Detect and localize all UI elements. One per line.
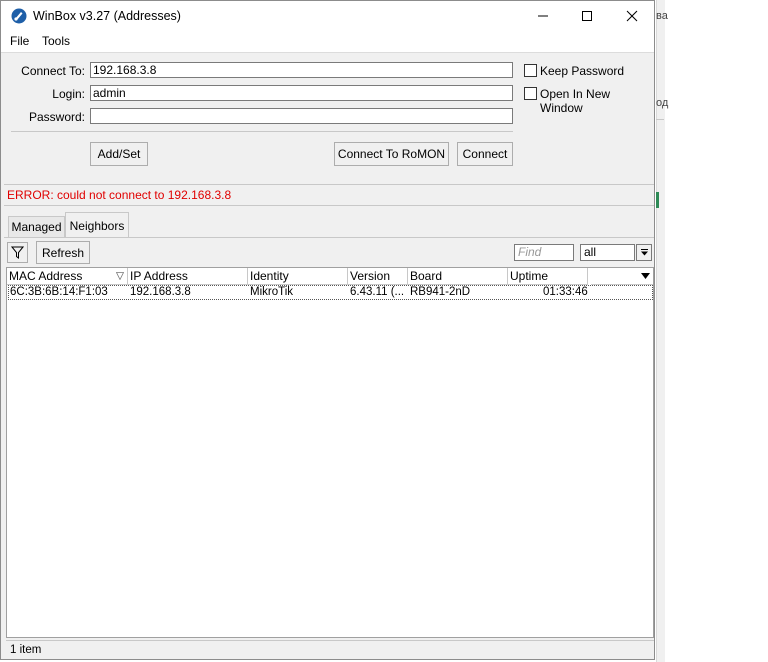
refresh-button[interactable]: Refresh: [36, 241, 90, 264]
tab-managed[interactable]: Managed: [8, 216, 65, 237]
find-input[interactable]: Find: [514, 244, 574, 261]
minimize-icon: [538, 15, 548, 17]
error-message: ERROR: could not connect to 192.168.3.8: [7, 188, 232, 202]
desktop-background: [655, 0, 768, 662]
filter-select[interactable]: all: [580, 244, 635, 261]
background-text-fragment: од: [656, 97, 669, 109]
filter-dropdown-button[interactable]: [636, 244, 652, 261]
open-new-window-checkbox[interactable]: [524, 87, 537, 100]
maximize-icon: [582, 11, 592, 21]
winbox-app-icon: [11, 8, 27, 24]
minimize-button[interactable]: [520, 1, 566, 31]
cell-mac: 6C:3B:6B:14:F1:03: [10, 286, 108, 298]
password-label: Password:: [28, 110, 85, 124]
column-header-uptime[interactable]: Uptime: [508, 268, 588, 285]
cell-ip: 192.168.3.8: [130, 286, 191, 298]
tab-neighbors[interactable]: Neighbors: [65, 212, 129, 238]
menu-file[interactable]: File: [10, 34, 29, 48]
background-text-fragment: ва: [656, 10, 668, 22]
sort-indicator-icon: [116, 272, 124, 280]
background-divider: [656, 119, 664, 120]
neighbors-table: MAC Address IP Address Identity Version …: [6, 267, 654, 638]
connect-to-romon-button[interactable]: Connect To RoMON: [334, 142, 449, 166]
close-button[interactable]: [609, 1, 655, 31]
column-header-board[interactable]: Board: [408, 268, 508, 285]
table-row[interactable]: 6C:3B:6B:14:F1:03 192.168.3.8 MikroTik 6…: [8, 285, 653, 300]
add-set-button[interactable]: Add/Set: [90, 142, 148, 166]
connect-button[interactable]: Connect: [457, 142, 513, 166]
cell-version: 6.43.11 (...: [350, 286, 405, 298]
login-label: Login:: [52, 87, 85, 101]
column-header-identity[interactable]: Identity: [248, 268, 348, 285]
item-count: 1 item: [10, 644, 42, 656]
password-input[interactable]: [90, 108, 513, 124]
column-menu-button[interactable]: [591, 268, 653, 285]
column-menu-icon: [641, 273, 650, 279]
keep-password-label[interactable]: Keep Password: [540, 64, 624, 78]
dropdown-arrow-icon: [640, 249, 648, 256]
background-accent: [656, 192, 659, 208]
open-new-window-label[interactable]: Open In New Window: [540, 87, 654, 115]
keep-password-checkbox[interactable]: [524, 64, 537, 77]
login-input[interactable]: [90, 85, 513, 101]
cell-identity: MikroTik: [250, 286, 294, 298]
menu-tools[interactable]: Tools: [42, 34, 70, 48]
close-icon: [626, 10, 638, 22]
window-title: WinBox v3.27 (Addresses): [33, 9, 181, 23]
menu-bar: File Tools: [1, 31, 654, 53]
column-header-mac[interactable]: MAC Address: [7, 268, 128, 285]
filter-icon: [11, 246, 24, 259]
title-bar[interactable]: WinBox v3.27 (Addresses): [1, 1, 654, 31]
cell-board: RB941-2nD: [410, 286, 471, 298]
winbox-window: WinBox v3.27 (Addresses) File Tools Conn…: [0, 0, 655, 660]
column-header-version[interactable]: Version: [348, 268, 408, 285]
form-divider: [11, 131, 513, 132]
filter-button[interactable]: [7, 242, 28, 263]
status-bar: 1 item: [6, 640, 654, 658]
cell-uptime: 01:33:46: [543, 286, 588, 298]
maximize-button[interactable]: [564, 1, 610, 31]
error-bar: ERROR: could not connect to 192.168.3.8: [4, 184, 654, 206]
connect-to-input[interactable]: [90, 62, 513, 78]
column-header-ip[interactable]: IP Address: [128, 268, 248, 285]
connect-to-label: Connect To:: [21, 64, 85, 78]
